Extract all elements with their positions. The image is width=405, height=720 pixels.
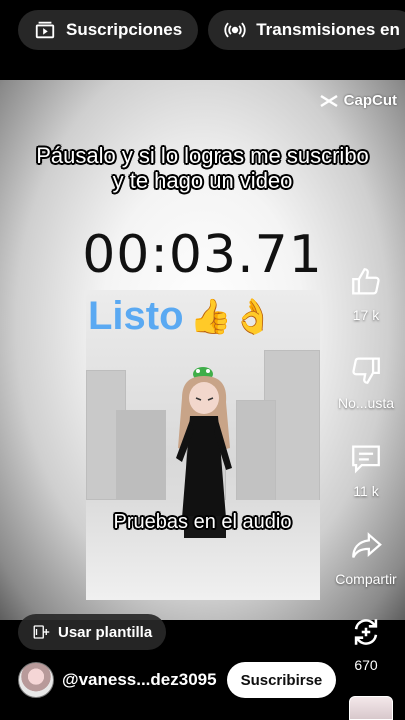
capcut-label: CapCut [343,92,397,109]
tab-live[interactable]: Transmisiones en [208,10,405,50]
subscribe-button[interactable]: Suscribirse [226,662,337,698]
use-template-label: Usar plantilla [58,623,153,641]
share-button[interactable]: Compartir [327,529,405,587]
caption-top: Páusalo y si lo logras me suscribo y te … [0,143,405,193]
remix-icon [354,619,378,645]
capcut-logo-icon [320,94,338,107]
share-icon [352,532,382,558]
share-label: Compartir [335,571,397,587]
listo-text: Listo [88,294,184,338]
remix-count: 670 [354,657,378,673]
subscriptions-icon [35,21,55,39]
comments-button[interactable]: 11 k [327,441,405,499]
scene-heading: Listo 👍👌 [86,294,320,339]
live-icon [224,22,246,38]
template-icon [33,625,50,639]
thumbs-up-icon [352,268,380,295]
tab-subscriptions-label: Suscripciones [66,20,183,39]
like-button[interactable]: 17 k [327,265,405,323]
tab-live-label: Transmisiones en [256,20,400,39]
sound-thumbnail[interactable] [349,696,393,720]
use-template-button[interactable]: Usar plantilla [18,614,167,650]
thumbs-ok-emoji: 👍👌 [189,297,275,336]
caption-top-line1: Páusalo y si lo logras me suscribo [36,143,369,168]
dislike-button[interactable]: No...usta [327,353,405,411]
top-tab-bar: Suscripciones Transmisiones en [0,0,405,60]
dislike-label: No...usta [337,395,395,411]
comment-icon [352,445,380,474]
game-scene: Listo 👍👌 [86,290,320,600]
channel-row: @vaness...dez3095 Suscribirse [18,660,337,700]
tab-subscriptions[interactable]: Suscripciones [18,10,199,50]
remix-button[interactable]: 670 [327,615,405,673]
comments-count: 11 k [353,483,379,499]
capcut-watermark: CapCut [319,92,397,109]
channel-handle[interactable]: @vaness...dez3095 [62,670,217,690]
like-count: 17 k [352,307,380,323]
caption-top-line2: y te hago un video [112,168,293,193]
thumbs-down-icon [352,357,380,384]
channel-avatar[interactable] [18,662,54,698]
